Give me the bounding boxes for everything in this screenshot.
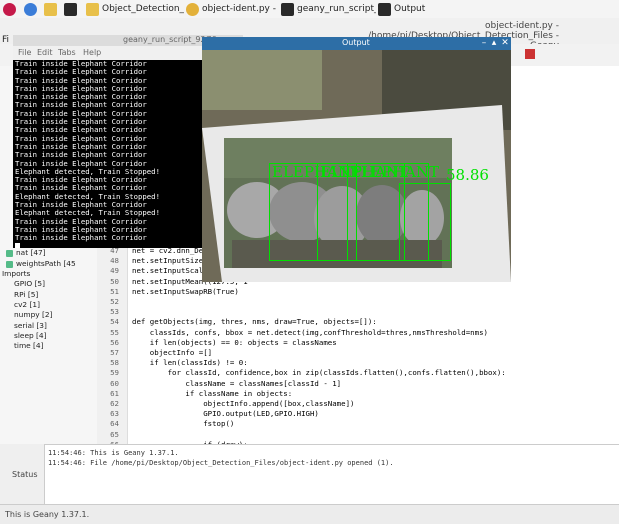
terminal-menu-bar: File Edit Tabs Help — [13, 46, 203, 60]
quit-icon[interactable] — [525, 49, 535, 59]
code-line[interactable]: 63 GPIO.output(LED,GPIO.HIGH) — [97, 409, 619, 419]
code-text: def getObjects(img, thres, nms, draw=Tru… — [132, 317, 377, 327]
line-number: 60 — [110, 378, 119, 388]
symbol-item[interactable]: time [4] — [14, 341, 44, 351]
terminal-menu-help[interactable]: Help — [83, 48, 101, 57]
code-text: if className in objects: — [132, 388, 293, 398]
line-number: 56 — [110, 337, 119, 347]
line-number: 49 — [110, 266, 119, 276]
status-tab[interactable]: Status — [0, 444, 45, 504]
code-line[interactable]: 56 if len(objects) == 0: objects = class… — [97, 338, 619, 348]
terminal-line: Train inside Elephant Corridor — [15, 233, 147, 243]
code-line[interactable]: 54 def getObjects(img, thres, nms, draw=T… — [97, 317, 619, 327]
code-line[interactable]: 57 objectInfo =[] — [97, 348, 619, 358]
message-line: 11:54:46: File /home/pi/Desktop/Object_D… — [48, 459, 394, 467]
status-bar-text: This is Geany 1.37.1. — [5, 510, 90, 519]
folder-icon — [86, 2, 99, 16]
camera-frame: ELEPHANT ELEPHANT ELEPHANT 58.86 — [202, 50, 511, 282]
terminal-cursor — [15, 242, 20, 248]
terminal-icon — [281, 2, 294, 16]
code-line[interactable]: 52 — [97, 297, 619, 307]
symbol-item[interactable]: serial [3] — [14, 321, 47, 331]
symbol-item[interactable]: GPIO [5] — [14, 279, 45, 289]
detection-score: 58.86 — [446, 166, 489, 184]
taskbar-item-terminal[interactable]: geany_run_script_92... — [281, 1, 376, 17]
line-number: 58 — [110, 358, 119, 368]
code-text: GPIO.output(LED,GPIO.HIGH) — [132, 409, 319, 419]
line-number: 55 — [110, 327, 119, 337]
code-line[interactable]: 58 if len(classIds) != 0: — [97, 358, 619, 368]
symbol-item[interactable]: sleep [4] — [14, 331, 47, 341]
code-text: if len(classIds) != 0: — [132, 358, 248, 368]
browser-globe-icon[interactable] — [24, 1, 38, 17]
code-line[interactable]: 51 net.setInputSwapRB(True) — [97, 287, 619, 297]
taskbar-item-geany[interactable]: object-ident.py - /ho... — [186, 1, 278, 17]
detection-box — [399, 183, 451, 261]
code-line[interactable]: 60 className = classNames[classId - 1] — [97, 379, 619, 389]
status-bar: This is Geany 1.37.1. — [0, 504, 619, 524]
code-line[interactable]: 62 objectInfo.append([box,className]) — [97, 399, 619, 409]
folder-icon[interactable] — [44, 1, 58, 17]
minimize-icon[interactable]: – — [479, 37, 489, 50]
code-line[interactable]: 64 fstop() — [97, 419, 619, 429]
detection-label: ELEPHANT — [350, 163, 439, 181]
code-text: className = classNames[classId - 1] — [132, 378, 342, 388]
symbol-item[interactable]: cv2 [1] — [14, 300, 40, 310]
code-text: for classId, confidence,box in zip(class… — [132, 368, 506, 378]
code-text: fstop() — [132, 419, 235, 429]
line-number: 65 — [110, 429, 119, 439]
taskbar-item-files[interactable]: Object_Detection_Files — [86, 1, 184, 17]
line-number: 59 — [110, 368, 119, 378]
terminal-icon[interactable] — [64, 1, 78, 17]
terminal-menu-file[interactable]: File — [18, 48, 31, 57]
window-icon — [378, 2, 391, 16]
symbol-item[interactable]: weightsPath [45 — [6, 259, 76, 269]
symbol-item[interactable]: nat [47] — [6, 248, 46, 258]
symbol-item[interactable]: RPi [5] — [14, 290, 38, 300]
line-number: 62 — [110, 399, 119, 408]
line-number: 51 — [110, 286, 119, 296]
line-number: 54 — [110, 317, 119, 327]
line-number: 63 — [110, 409, 119, 419]
line-number: 64 — [110, 419, 119, 429]
code-text: net.setInputSwapRB(True) — [132, 286, 239, 296]
taskbar: Object_Detection_Files object-ident.py -… — [0, 0, 619, 19]
line-number: 53 — [110, 307, 119, 317]
close-icon[interactable]: ✕ — [500, 37, 510, 50]
line-number: 57 — [110, 348, 119, 357]
code-text: objectInfo.append([box,className]) — [132, 399, 355, 408]
code-text: objectInfo =[] — [132, 348, 213, 357]
code-line[interactable]: 53 — [97, 307, 619, 317]
terminal-menu-edit[interactable]: Edit — [37, 48, 53, 57]
code-text: if len(objects) == 0: objects = classNam… — [132, 337, 337, 347]
code-line[interactable]: 55 classIds, confs, bbox = net.detect(im… — [97, 328, 619, 338]
terminal-menu-tabs[interactable]: Tabs — [58, 48, 76, 57]
symbol-group-imports[interactable]: Imports — [2, 269, 30, 279]
terminal-output[interactable]: Train inside Elephant Corridor Train insi… — [13, 60, 203, 248]
raspberry-menu-icon[interactable] — [3, 1, 17, 17]
maximize-icon[interactable]: ▴ — [489, 37, 499, 50]
line-number: 61 — [110, 388, 119, 398]
message-line: 11:54:46: This is Geany 1.37.1. — [48, 449, 179, 457]
message-pane: 11:54:46: This is Geany 1.37.1. 11:54:46… — [0, 444, 619, 505]
code-line[interactable]: 61 if className in objects: — [97, 389, 619, 399]
geany-icon — [186, 2, 199, 16]
code-line[interactable]: 59 for classId, confidence,box in zip(cl… — [97, 368, 619, 378]
code-line[interactable]: 65 — [97, 430, 619, 440]
line-number: 50 — [110, 276, 119, 286]
output-window-title: Output — [342, 38, 370, 47]
status-tab-label: Status — [12, 470, 38, 479]
line-number: 52 — [110, 297, 119, 306]
line-number: 48 — [110, 256, 119, 266]
output-title-bar: Output – ▴ ✕ — [202, 37, 511, 50]
taskbar-item-output[interactable]: Output — [378, 1, 438, 17]
symbol-item[interactable]: numpy [2] — [14, 310, 52, 320]
code-text: classIds, confs, bbox = net.detect(img,c… — [132, 327, 488, 337]
